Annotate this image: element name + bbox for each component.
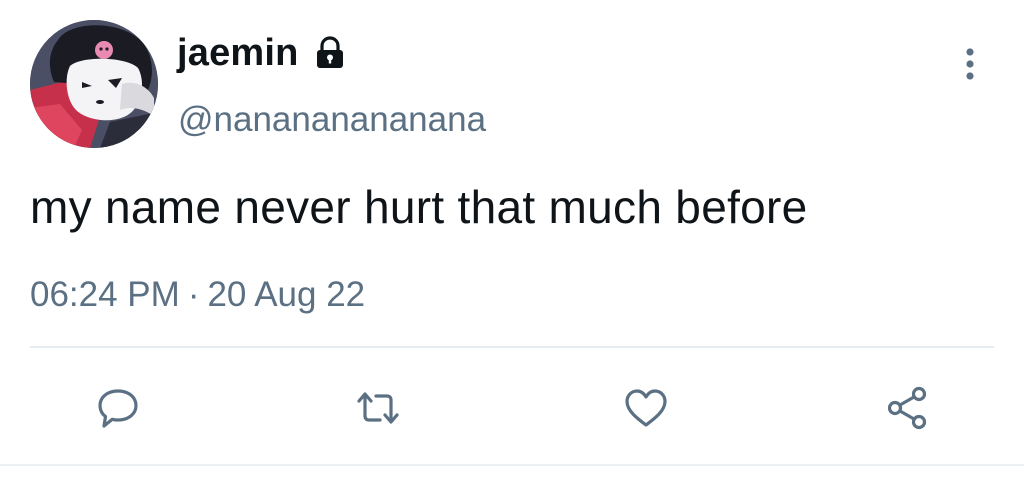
- author-name-row: jaemin: [177, 30, 347, 76]
- retweet-button[interactable]: [352, 384, 404, 432]
- tweet-text: my name never hurt that much before: [30, 181, 808, 233]
- more-vertical-icon[interactable]: [958, 44, 982, 84]
- tweet-time: 06:24 PM: [30, 275, 180, 314]
- like-button[interactable]: [620, 384, 672, 432]
- timestamp-separator: ·: [187, 275, 200, 314]
- bottom-divider: [0, 464, 1024, 466]
- reply-button[interactable]: [92, 384, 144, 432]
- share-icon: [887, 386, 927, 430]
- tweet-timestamp[interactable]: 06:24 PM · 20 Aug 22: [30, 272, 365, 318]
- speech-bubble-icon: [98, 389, 138, 428]
- display-name[interactable]: jaemin: [177, 30, 299, 76]
- retweet-icon: [357, 392, 399, 424]
- heart-icon: [625, 389, 667, 427]
- share-button[interactable]: [882, 384, 934, 432]
- avatar[interactable]: [30, 20, 158, 148]
- user-handle[interactable]: @nanananananana: [178, 98, 486, 142]
- tweet-date: 20 Aug 22: [207, 275, 366, 314]
- kuromi-avatar-image: [30, 20, 158, 148]
- lock-icon: [313, 36, 347, 70]
- tweet-card: jaemin @nanananananana my name never hur…: [0, 0, 1024, 482]
- divider: [30, 346, 994, 348]
